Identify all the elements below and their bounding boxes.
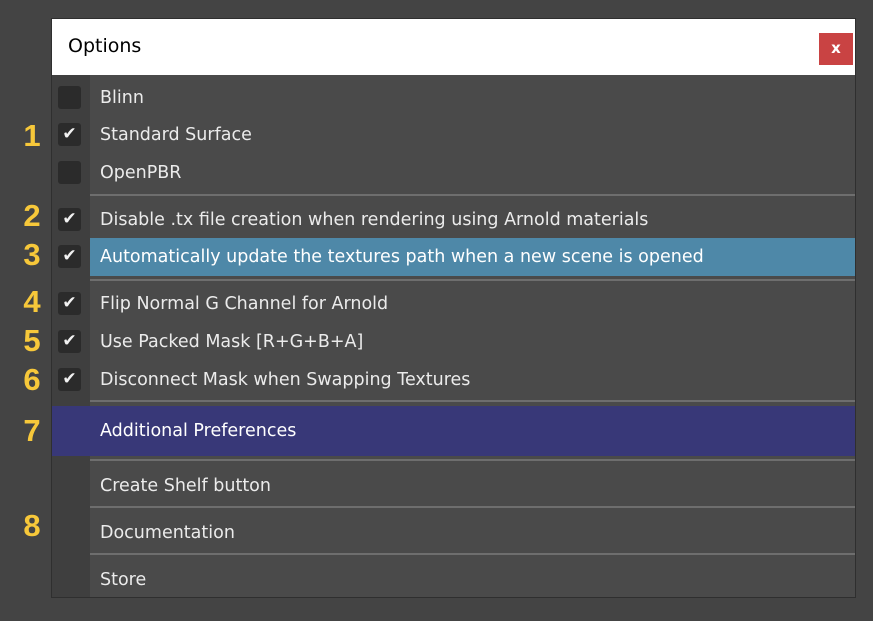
close-button[interactable]: x bbox=[819, 33, 853, 65]
checkbox-blinn[interactable] bbox=[58, 86, 81, 109]
option-openpbr[interactable]: OpenPBR bbox=[90, 154, 855, 192]
additional-preferences-button[interactable]: Additional Preferences bbox=[52, 406, 855, 456]
option-label: Use Packed Mask [R+G+B+A] bbox=[100, 332, 364, 352]
check-icon: ✔ bbox=[62, 209, 77, 229]
callout-6: 6 bbox=[23, 362, 41, 397]
create-shelf-button[interactable]: Create Shelf button bbox=[90, 463, 855, 509]
option-packed-mask[interactable]: Use Packed Mask [R+G+B+A] bbox=[90, 323, 855, 361]
checkbox-disconnect-mask[interactable]: ✔ bbox=[58, 368, 81, 391]
checkbox-standard-surface[interactable]: ✔ bbox=[58, 123, 81, 146]
checkbox-flip-normal-g[interactable]: ✔ bbox=[58, 292, 81, 315]
separator bbox=[90, 194, 855, 196]
option-disable-tx[interactable]: Disable .tx file creation when rendering… bbox=[90, 201, 855, 239]
callout-4: 4 bbox=[23, 284, 41, 319]
check-icon: ✔ bbox=[62, 369, 77, 389]
checkbox-auto-update-textures[interactable]: ✔ bbox=[58, 245, 81, 268]
option-auto-update-textures[interactable]: Automatically update the textures path w… bbox=[90, 238, 855, 276]
additional-preferences-label: Additional Preferences bbox=[100, 421, 297, 441]
option-disconnect-mask[interactable]: Disconnect Mask when Swapping Textures bbox=[90, 361, 855, 399]
callout-5: 5 bbox=[23, 323, 41, 358]
checkbox-disable-tx[interactable]: ✔ bbox=[58, 208, 81, 231]
option-label: Automatically update the textures path w… bbox=[100, 247, 704, 267]
store-link[interactable]: Store bbox=[90, 557, 855, 597]
checkbox-openpbr[interactable] bbox=[58, 161, 81, 184]
separator bbox=[90, 553, 855, 555]
documentation-link[interactable]: Documentation bbox=[90, 510, 855, 556]
option-label: Flip Normal G Channel for Arnold bbox=[100, 294, 389, 314]
option-label: Disable .tx file creation when rendering… bbox=[100, 210, 649, 230]
separator bbox=[90, 459, 855, 461]
callout-3: 3 bbox=[23, 237, 41, 272]
option-standard-surface[interactable]: Standard Surface bbox=[90, 116, 855, 154]
option-label: Blinn bbox=[100, 88, 144, 108]
option-label: Disconnect Mask when Swapping Textures bbox=[100, 370, 471, 390]
callout-2: 2 bbox=[23, 198, 41, 233]
options-window: Options x Blinn ✔ Standard Surface OpenP… bbox=[51, 18, 856, 598]
option-blinn[interactable]: Blinn bbox=[90, 79, 855, 117]
check-icon: ✔ bbox=[62, 331, 77, 351]
close-icon: x bbox=[831, 39, 841, 57]
callout-8: 8 bbox=[23, 508, 41, 543]
option-label: OpenPBR bbox=[100, 163, 182, 183]
link-label: Documentation bbox=[100, 523, 235, 543]
option-label: Standard Surface bbox=[100, 125, 252, 145]
separator bbox=[90, 279, 855, 281]
link-label: Store bbox=[100, 570, 147, 590]
window-title: Options bbox=[68, 35, 142, 57]
check-icon: ✔ bbox=[62, 246, 77, 266]
link-label: Create Shelf button bbox=[100, 476, 271, 496]
title-bar: Options x bbox=[52, 19, 855, 75]
check-icon: ✔ bbox=[62, 293, 77, 313]
check-icon: ✔ bbox=[62, 124, 77, 144]
separator bbox=[90, 400, 855, 402]
checkbox-packed-mask[interactable]: ✔ bbox=[58, 330, 81, 353]
option-flip-normal-g[interactable]: Flip Normal G Channel for Arnold bbox=[90, 285, 855, 323]
callout-7: 7 bbox=[23, 413, 41, 448]
callout-1: 1 bbox=[23, 118, 41, 153]
separator bbox=[90, 506, 855, 508]
